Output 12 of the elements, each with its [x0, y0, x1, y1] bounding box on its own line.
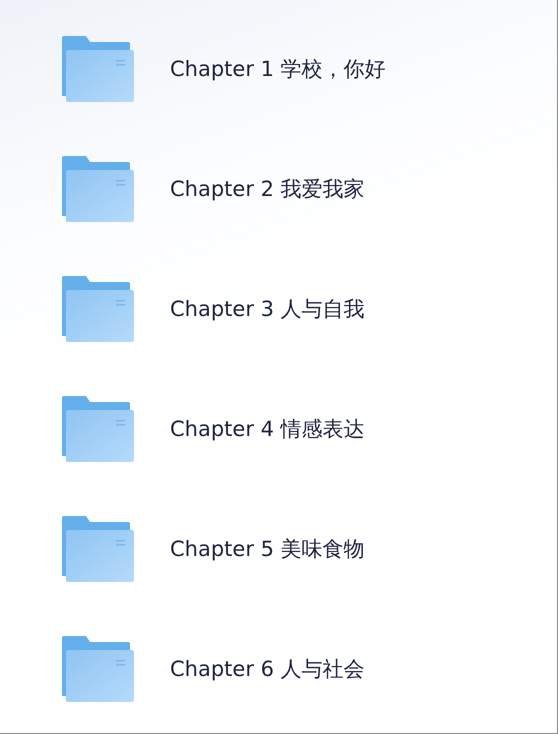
folder-icon: [62, 36, 134, 102]
chapter-title[interactable]: Chapter 5 美味食物: [170, 535, 365, 563]
chapter-title[interactable]: Chapter 2 我爱我家: [170, 175, 365, 203]
folder-icon: [62, 276, 134, 342]
chapter-title[interactable]: Chapter 4 情感表达: [170, 415, 365, 443]
chapter-title[interactable]: Chapter 3 人与自我: [170, 295, 365, 323]
folder-icon: [62, 516, 134, 582]
folder-icon: [62, 636, 134, 702]
folder-icon: [62, 396, 134, 462]
chapter-title[interactable]: Chapter 6 人与社会: [170, 655, 365, 683]
chapter-title[interactable]: Chapter 1 学校，你好: [170, 55, 386, 83]
folder-icon: [62, 156, 134, 222]
